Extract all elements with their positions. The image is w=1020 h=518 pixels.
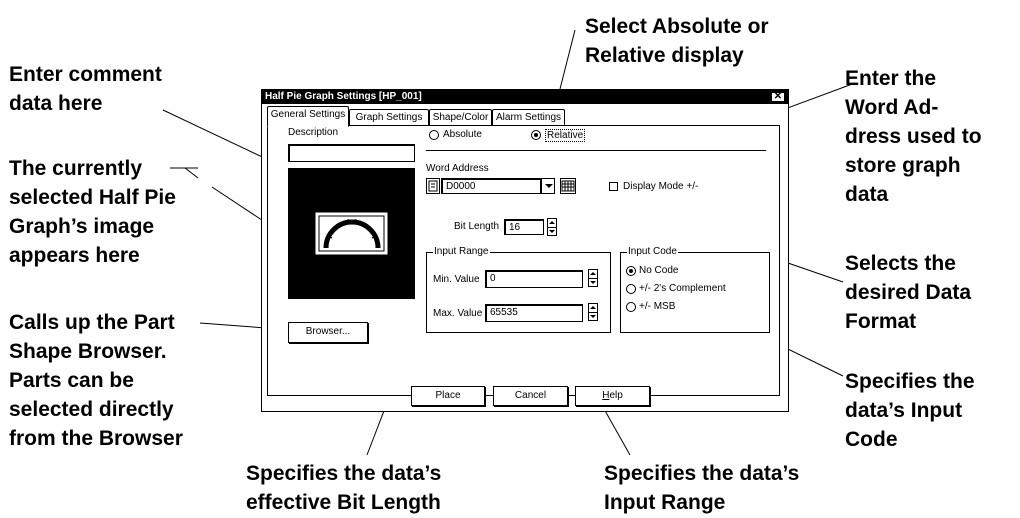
callout-line: data’s Input xyxy=(845,399,963,422)
callout-line: Specifies the xyxy=(845,370,975,393)
callout-word-address: Enter the Word Ad- dress used to store g… xyxy=(845,64,982,209)
keypad-icon[interactable] xyxy=(560,178,576,194)
min-value-stepper[interactable] xyxy=(588,269,598,287)
callout-line: desired Data xyxy=(845,281,972,304)
description-field[interactable] xyxy=(288,144,415,162)
callout-input-code: Specifies the data’s Input Code xyxy=(845,367,975,454)
callout-line: Code xyxy=(845,428,898,451)
callout-line: Word Ad- xyxy=(845,96,939,119)
callout-line: Graph’s image xyxy=(9,215,155,238)
msb-label: +/- MSB xyxy=(639,301,676,312)
down-arrow-icon xyxy=(590,315,596,318)
callout-bit-length: Specifies the data’s effective Bit Lengt… xyxy=(246,459,441,517)
bit-length-label: Bit Length xyxy=(454,221,500,232)
callout-line: appears here xyxy=(9,244,140,267)
half-pie-graph-settings-dialog: Half Pie Graph Settings [HP_001] ✕ Graph… xyxy=(261,89,789,412)
callout-line: Input Range xyxy=(604,491,726,514)
down-arrow-icon xyxy=(549,230,555,233)
callout-line: Shape Browser. xyxy=(9,340,167,363)
input-code-group: Input Code No Code +/- 2's Complement +/… xyxy=(620,246,770,333)
word-address-dropdown[interactable] xyxy=(541,178,555,194)
twos-complement-radio[interactable] xyxy=(626,284,636,294)
grid-keypad-icon xyxy=(561,180,575,192)
display-mode-checkbox[interactable] xyxy=(609,182,618,191)
callout-image: The currently selected Half Pie Graph’s … xyxy=(9,154,176,270)
description-label: Description xyxy=(288,127,339,138)
callout-line: data xyxy=(845,183,889,206)
no-code-label: No Code xyxy=(639,265,679,276)
help-button[interactable]: Help xyxy=(575,386,650,406)
max-value-stepper[interactable] xyxy=(588,303,598,321)
browser-button[interactable]: Browser... xyxy=(288,322,368,343)
callout-line: Enter comment xyxy=(9,63,162,86)
dialog-title: Half Pie Graph Settings [HP_001] xyxy=(265,91,422,102)
min-value-label: Min. Value xyxy=(433,274,480,285)
callout-line: The currently xyxy=(9,157,143,180)
input-range-title: Input Range xyxy=(433,246,490,258)
title-bar[interactable]: Half Pie Graph Settings [HP_001] ✕ xyxy=(262,90,788,104)
up-arrow-icon xyxy=(590,272,596,275)
msb-radio[interactable] xyxy=(626,302,636,312)
callout-line: from the Browser xyxy=(9,427,183,450)
down-arrow-icon xyxy=(590,281,596,284)
absolute-radio[interactable] xyxy=(429,130,439,140)
callout-line: Parts can be xyxy=(9,369,134,392)
close-icon: ✕ xyxy=(773,91,783,102)
display-separator xyxy=(426,150,766,151)
cancel-button[interactable]: Cancel xyxy=(493,386,568,406)
callout-browser: Calls up the Part Shape Browser. Parts c… xyxy=(9,308,183,453)
half-pie-meter-image xyxy=(315,212,388,255)
place-button[interactable]: Place xyxy=(411,386,485,406)
tab-shape-color[interactable]: Shape/Color xyxy=(429,109,492,125)
callout-line: Select Absolute or xyxy=(585,15,769,38)
callout-absolute-relative: Select Absolute or Relative display xyxy=(585,12,769,70)
max-value-input[interactable]: 65535 xyxy=(485,304,583,322)
callout-line: Selects the xyxy=(845,252,956,275)
callout-line: Relative display xyxy=(585,44,744,67)
callout-data-format: Selects the desired Data Format xyxy=(845,249,971,336)
callout-line: Calls up the Part xyxy=(9,311,175,334)
callout-line: dress used to xyxy=(845,125,982,148)
twos-complement-label: +/- 2's Complement xyxy=(639,283,726,294)
tab-graph-settings[interactable]: Graph Settings xyxy=(349,109,429,125)
bit-length-stepper[interactable] xyxy=(547,218,557,236)
callout-line: store graph xyxy=(845,154,961,177)
tab-general-settings[interactable]: General Settings xyxy=(267,106,349,127)
bit-length-input[interactable]: 16 xyxy=(504,219,544,235)
input-code-title: Input Code xyxy=(627,246,678,258)
callout-line: effective Bit Length xyxy=(246,491,441,514)
up-arrow-icon xyxy=(549,221,555,224)
callout-line: data here xyxy=(9,92,103,115)
callout-line: Format xyxy=(845,310,917,333)
tab-alarm-settings[interactable]: Alarm Settings xyxy=(492,109,565,125)
callout-line: Specifies the data’s xyxy=(246,462,442,485)
display-mode-label: Display Mode +/- xyxy=(623,181,699,192)
word-address-label: Word Address xyxy=(426,163,489,174)
general-settings-panel: Description Browser... Absolute Relative… xyxy=(267,125,780,396)
word-address-input[interactable]: D0000 xyxy=(441,178,541,194)
min-value-input[interactable]: 0 xyxy=(485,270,583,288)
close-button[interactable]: ✕ xyxy=(771,92,785,102)
device-address-icon[interactable] xyxy=(426,178,440,194)
relative-label: Relative xyxy=(545,129,586,142)
absolute-label: Absolute xyxy=(443,129,482,140)
no-code-radio[interactable] xyxy=(626,266,636,276)
callout-line: Specifies the data’s xyxy=(604,462,800,485)
relative-radio[interactable] xyxy=(531,130,541,140)
callout-line: selected Half Pie xyxy=(9,186,176,209)
max-value-label: Max. Value xyxy=(433,308,483,319)
half-pie-graph-preview xyxy=(288,168,415,299)
up-arrow-icon xyxy=(590,306,596,309)
callout-input-range: Specifies the data’s Input Range xyxy=(604,459,799,517)
callout-line: selected directly xyxy=(9,398,174,421)
help-button-rest: elp xyxy=(609,390,623,401)
callout-comment: Enter comment data here xyxy=(9,60,162,118)
address-book-icon xyxy=(428,180,438,192)
callout-line: Enter the xyxy=(845,67,937,90)
input-range-group: Input Range Min. Value 0 Max. Value 6553… xyxy=(426,246,611,333)
